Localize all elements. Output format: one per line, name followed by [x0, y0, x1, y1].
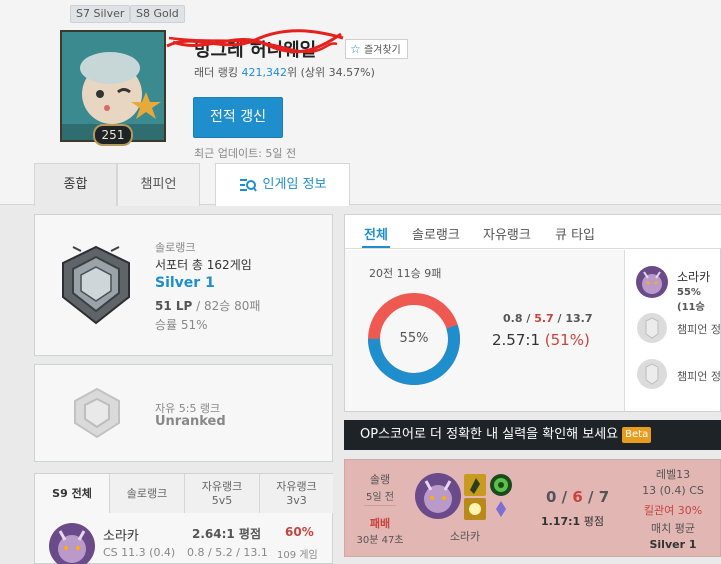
solo-rank-record: / 82승 80패 — [192, 299, 261, 313]
kda-percent: (51%) — [544, 331, 590, 349]
recent-champ-stat: 55% (11승 — [677, 287, 705, 313]
match-deaths: 6 — [572, 488, 583, 506]
season-tab-flex3-line1: 자유랭크 — [276, 480, 317, 493]
match-kills: 0 — [546, 488, 557, 506]
season-tab-flex-3v3[interactable]: 자유랭크 3v3 — [260, 474, 333, 514]
empty-champion-icon — [636, 312, 668, 344]
flex-rank-tier: Unranked — [155, 414, 226, 429]
summoner-spell-flash-icon — [464, 498, 486, 520]
match-avg-tier: Silver 1 — [649, 538, 697, 551]
season-stats-tabs: S9 전체 솔로랭크 자유랭크 5v5 자유랭크 3v3 — [34, 473, 333, 514]
stats-tab-flex[interactable]: 자유랭크 — [483, 224, 531, 243]
match-result: 패배 — [369, 517, 391, 530]
match-kda-sep-1: / — [556, 488, 573, 506]
solo-rank-lp-record: 51 LP / 82승 80패 — [155, 297, 260, 314]
champion-avatar-soraka — [636, 266, 668, 298]
stats-tab-underline — [362, 246, 390, 248]
ingame-search-icon — [239, 179, 257, 192]
season-tab-flex3-line2: 3v3 — [286, 494, 307, 507]
empty-champ-text-2: 챔피언 정 — [677, 370, 721, 383]
kda-kills: 0.8 — [503, 312, 523, 325]
ladder-prefix: 래더 랭킹 — [194, 66, 242, 79]
list-champion-icon[interactable] — [49, 523, 95, 564]
kda-assists: 13.7 — [565, 312, 593, 325]
match-duration: 30분 47초 — [356, 535, 404, 546]
opscore-banner[interactable]: OP스코어로 더 정확한 내 실력을 확인해 보세요 Beta — [344, 420, 721, 450]
stats-tabbar — [345, 215, 721, 249]
season-tab-flex-5v5[interactable]: 자유랭크 5v5 — [185, 474, 260, 514]
flex-rank-panel: 자유 5:5 랭크 Unranked — [34, 364, 333, 462]
kda-ratio: 2.57:1 — [492, 331, 540, 349]
season-tab-flex5-line1: 자유랭크 — [201, 480, 243, 493]
season-tab-solo[interactable]: 솔로랭크 — [110, 474, 185, 514]
list-champion-winrate: 60% — [285, 525, 314, 539]
match-level: 레벨13 — [655, 468, 691, 481]
stats-kda-ratio: 2.57:1 (51%) — [492, 331, 590, 349]
season-tab-all[interactable]: S9 전체 — [35, 474, 110, 514]
ingame-tab-label: 인게임 정보 — [262, 177, 327, 192]
match-queue: 솔랭 — [369, 473, 391, 486]
match-kda-label: 평점 — [580, 515, 604, 528]
match-assists: 7 — [598, 488, 610, 506]
stats-record: 20전 11승 9패 — [369, 267, 442, 280]
match-kda-ratio-line: 1.17:1 평점 — [541, 513, 604, 529]
ladder-ranking: 래더 랭킹 421,342위 (상위 34.57%) — [194, 64, 375, 80]
banner-text: OP스코어로 더 정확한 내 실력을 확인해 보세요 — [360, 427, 619, 442]
season-badge-s7: S7 Silver — [70, 5, 131, 23]
kda-sep-2: / — [553, 312, 566, 325]
match-cs: 13 (0.4) CS — [642, 484, 704, 497]
rune-secondary-icon — [490, 498, 512, 520]
recent-champ-name[interactable]: 소라카 — [677, 268, 710, 285]
donut-winrate-label: 55% — [399, 331, 429, 346]
favorite-button[interactable]: ☆ 즐겨찾기 — [345, 39, 408, 59]
last-update-text: 최근 업데이트: 5일 전 — [194, 147, 297, 160]
list-champion-kda-detail: 0.8 / 5.2 / 13.1 — [187, 546, 268, 559]
solo-rank-tier: Silver 1 — [155, 275, 215, 291]
season-champion-list: 소라카 CS 11.3 (0.4) 2.64:1 평점 0.8 / 5.2 / … — [34, 513, 333, 564]
refresh-record-button[interactable]: 전적 갱신 — [193, 97, 283, 138]
stats-kda-line: 0.8 / 5.7 / 13.7 — [503, 312, 593, 325]
solo-rank-lp: 51 LP — [155, 299, 193, 313]
match-avg-label: 매치 평균 — [651, 522, 695, 535]
list-champion-kda: 2.64:1 평점 — [192, 527, 262, 541]
solo-rank-subtitle: 서포터 총 162게임 — [155, 258, 252, 272]
rune-primary-icon — [490, 474, 512, 496]
match-kill-participation: 킬관여 30% — [643, 504, 703, 517]
list-champion-name[interactable]: 소라카 — [103, 525, 139, 544]
favorite-label: 즐겨찾기 — [363, 45, 401, 56]
stats-tab-solo[interactable]: 솔로랭크 — [412, 224, 460, 243]
empty-champ-text-1: 챔피언 정 — [677, 323, 721, 336]
solo-rank-winrate: 승률 51% — [155, 318, 208, 332]
tab-overview[interactable]: 종합 — [34, 163, 117, 206]
kda-sep-1: / — [522, 312, 535, 325]
redaction-scribble — [166, 29, 344, 54]
tab-ingame-info[interactable]: 인게임 정보 — [215, 163, 350, 206]
match-when: 5일 전 — [366, 492, 394, 503]
match-kda-line: 0 / 6 / 7 — [546, 488, 609, 506]
ladder-suffix: 위 (상위 34.57%) — [286, 66, 375, 79]
match-kda-ratio: 1.17:1 — [541, 515, 581, 528]
stats-tab-all[interactable]: 전체 — [364, 224, 388, 243]
empty-champion-icon — [636, 358, 668, 390]
match-champion-name: 소라카 — [449, 530, 481, 543]
ladder-rank-value[interactable]: 421,342 — [241, 66, 287, 79]
kda-deaths: 5.7 — [534, 312, 554, 325]
list-champion-games: 109 게임 — [277, 550, 318, 561]
match-divider — [364, 505, 396, 506]
list-champion-cs: CS 11.3 (0.4) — [103, 546, 176, 559]
tab-champion[interactable]: 챔피언 — [117, 163, 200, 206]
season-badge-s8: S8 Gold — [130, 5, 185, 23]
silver-tier-emblem-icon — [62, 245, 130, 325]
stats-tab-queue-type[interactable]: 큐 타입 — [555, 224, 595, 243]
beta-badge: Beta — [622, 427, 652, 443]
summoner-spell-exhaust-icon — [464, 474, 486, 496]
season-tab-flex5-line2: 5v5 — [211, 494, 233, 507]
solo-rank-panel: 솔로랭크 서포터 총 162게임 Silver 1 51 LP / 82승 80… — [34, 214, 333, 356]
match-kda-sep-2: / — [582, 488, 599, 506]
unranked-emblem-icon — [74, 387, 120, 439]
solo-rank-title: 솔로랭크 — [155, 241, 196, 254]
match-champion-icon[interactable] — [415, 473, 461, 519]
star-icon: ☆ — [350, 42, 361, 56]
summoner-level: 251 — [93, 124, 133, 146]
